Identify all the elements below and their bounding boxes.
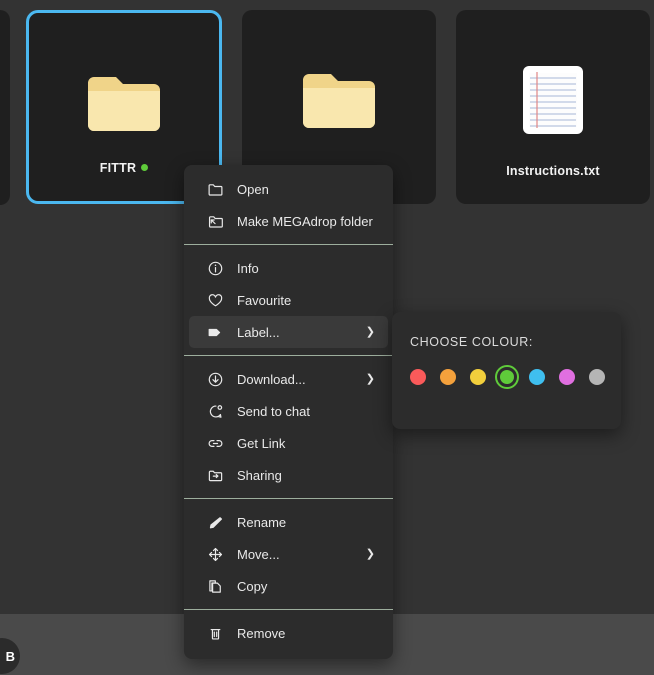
chat-icon [205, 401, 225, 421]
menu-item-send-to-chat[interactable]: Send to chat [189, 395, 388, 427]
file-tile-partial[interactable] [0, 10, 10, 205]
trash-icon [205, 623, 225, 643]
chevron-right-icon: ❯ [365, 547, 375, 560]
file-name-text: Instructions.txt [506, 164, 600, 178]
colour-swatch-red[interactable] [406, 365, 430, 389]
colour-swatch-yellow[interactable] [466, 365, 490, 389]
text-file-icon [456, 58, 650, 142]
folder-icon [29, 61, 219, 145]
menu-item-label: Get Link [237, 435, 286, 451]
link-icon [205, 433, 225, 453]
menu-item-move[interactable]: Move... ❯ [189, 538, 388, 570]
colour-swatch-orange[interactable] [436, 365, 460, 389]
file-tile-label: Instructions.txt [456, 164, 650, 178]
info-icon [205, 258, 225, 278]
folder-open-icon [205, 179, 225, 199]
menu-item-label: Download... [237, 371, 306, 387]
choose-colour-title: CHOOSE COLOUR: [410, 335, 533, 349]
menu-group: Download... ❯ Send to chat Get Link Shar… [184, 355, 393, 491]
share-folder-icon [205, 465, 225, 485]
menu-item-get-link[interactable]: Get Link [189, 427, 388, 459]
tag-icon [205, 322, 225, 342]
pencil-icon [205, 512, 225, 532]
menu-item-label: Favourite [237, 292, 292, 308]
colour-swatch-blue[interactable] [525, 365, 549, 389]
menu-item-label: Rename [237, 514, 287, 530]
menu-item-download[interactable]: Download... ❯ [189, 363, 388, 395]
copy-icon [205, 576, 225, 596]
move-arrows-icon [205, 544, 225, 564]
download-icon [205, 369, 225, 389]
chevron-right-icon: ❯ [365, 372, 375, 385]
menu-item-sharing[interactable]: Sharing [189, 459, 388, 491]
file-name-text: FITTR [99, 161, 137, 175]
colour-swatch-dot [410, 369, 426, 385]
colour-swatch-dot [500, 370, 515, 384]
menu-item-label: Make MEGAdrop folder [237, 213, 373, 229]
menu-item-label: Remove [237, 625, 286, 641]
menu-item-label: Move... [237, 546, 280, 562]
colour-swatch-dot [439, 369, 456, 385]
menu-item-favourite[interactable]: Favourite [189, 284, 388, 316]
choose-colour-submenu: CHOOSE COLOUR: [392, 312, 621, 429]
megadrop-icon [205, 211, 225, 231]
menu-item-label: Open [237, 181, 269, 197]
colour-swatch-list [404, 365, 611, 389]
menu-item-make-megadrop-folder[interactable]: Make MEGAdrop folder [189, 205, 388, 237]
menu-item-label: Send to chat [237, 403, 310, 419]
menu-group: Rename Move... ❯ Copy [184, 498, 393, 602]
context-menu: Open Make MEGAdrop folder Info Favourite… [184, 165, 393, 659]
menu-item-rename[interactable]: Rename [189, 506, 388, 538]
menu-item-label: Sharing [237, 467, 282, 483]
colour-swatch-dot [469, 369, 486, 385]
menu-item-label: Info [237, 260, 259, 276]
heart-icon [205, 290, 225, 310]
menu-item-info[interactable]: Info [189, 252, 388, 284]
menu-item-label: Copy [237, 578, 268, 594]
colour-swatch-dot [559, 369, 576, 385]
colour-swatch-purple[interactable] [555, 365, 579, 389]
menu-item-label-text: Label... [237, 324, 280, 340]
file-tile-instructions[interactable]: Instructions.txt [456, 10, 650, 204]
menu-item-label[interactable]: Label... ❯ [189, 316, 388, 348]
label-colour-dot [141, 164, 149, 171]
menu-group: Open Make MEGAdrop folder [184, 173, 393, 237]
avatar-initial: B [5, 648, 15, 664]
menu-item-open[interactable]: Open [189, 173, 388, 205]
chevron-right-icon: ❯ [365, 325, 375, 338]
menu-item-remove[interactable]: Remove [189, 617, 388, 649]
menu-group: Remove [184, 609, 393, 649]
colour-swatch-grey[interactable] [585, 365, 609, 389]
colour-swatch-dot [529, 369, 546, 385]
colour-swatch-green[interactable] [495, 365, 520, 389]
menu-item-copy[interactable]: Copy [189, 570, 388, 602]
folder-icon [242, 58, 436, 142]
colour-swatch-dot [588, 369, 605, 385]
menu-group: Info Favourite Label... ❯ [184, 244, 393, 348]
